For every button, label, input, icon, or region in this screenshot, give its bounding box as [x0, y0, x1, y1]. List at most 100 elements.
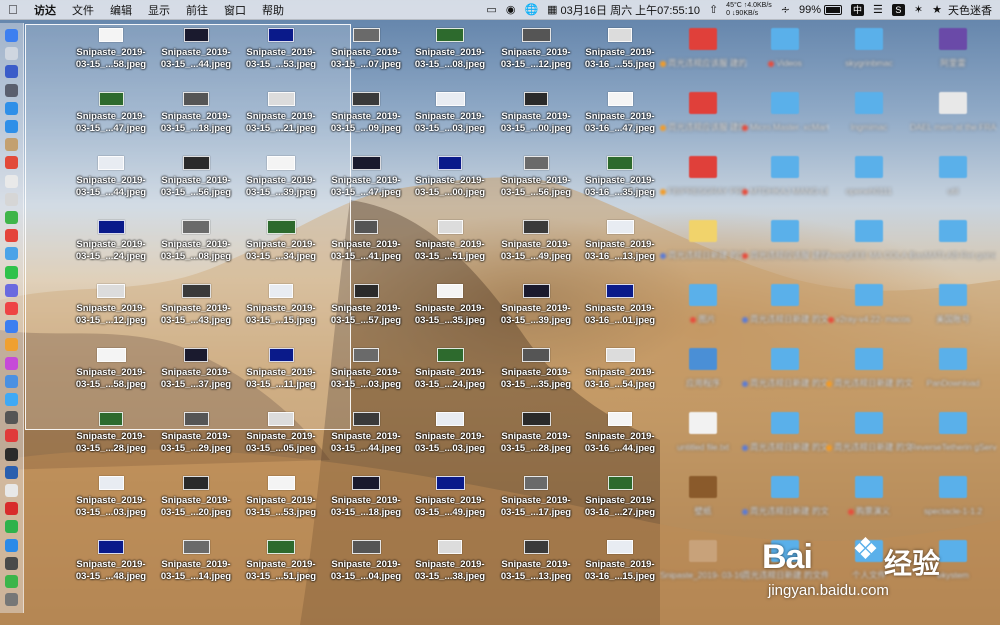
up-arrow-icon[interactable]: ⇧ — [709, 3, 718, 16]
desktop-file-item[interactable]: Snipaste_2019- 03-16_...27.jpeg — [577, 476, 663, 519]
desktop-file-item[interactable]: Snipaste_2019- 03-15_...00.jpeg — [493, 92, 579, 135]
desktop-file-item[interactable]: Snipaste_2019- 03-15_...12.jpeg — [493, 28, 579, 71]
desktop-file-item[interactable]: Snipaste_2019- 03-15_...20.jpeg — [153, 476, 239, 519]
desktop-file-item[interactable]: Snipaste_2019- 03-16_...47.jpeg — [577, 92, 663, 135]
desktop-file-item[interactable]: Snipaste_2019- 03-15_...17.jpeg — [493, 476, 579, 519]
desktop-file-item[interactable]: Snipaste_2019- 03-15_...03.jpeg — [407, 412, 493, 455]
settings-icon[interactable] — [5, 411, 18, 425]
mail-icon[interactable] — [5, 120, 18, 133]
files-icon[interactable] — [5, 320, 18, 334]
user-name[interactable]: 天色迷香 — [948, 2, 992, 18]
desktop-folder-item[interactable]: 应用程序 — [660, 348, 746, 389]
desktop-folder-item[interactable]: untitled file.txt — [660, 412, 746, 453]
desktop-file-item[interactable]: Snipaste_2019- 03-15_...56.jpeg — [153, 156, 239, 199]
finder-icon[interactable] — [5, 29, 18, 42]
desktop-file-item[interactable]: Snipaste_2019- 03-16_...15.jpeg — [577, 540, 663, 583]
books-icon[interactable] — [5, 393, 18, 406]
desktop-file-item[interactable]: Snipaste_2019- 03-15_...24.jpeg — [68, 220, 154, 263]
desktop-file-item[interactable]: Snipaste_2019- 03-15_...24.jpeg — [407, 348, 493, 391]
desktop-folder-item[interactable]: 美国账号 — [910, 284, 996, 325]
desktop-file-item[interactable]: Snipaste_2019- 03-15_...43.jpeg — [153, 284, 239, 327]
vpn-icon[interactable] — [5, 465, 18, 479]
numbers-icon[interactable] — [5, 338, 18, 352]
menu-window[interactable]: 窗口 — [224, 2, 246, 18]
desktop-file-item[interactable]: Snipaste_2019- 03-15_...39.jpeg — [238, 156, 324, 199]
calendar-app-icon[interactable] — [5, 156, 18, 170]
desktop-folder-item[interactable]: 壁纸 — [660, 476, 746, 517]
desktop-file-item[interactable]: Snipaste_2019- 03-15_...28.jpeg — [493, 412, 579, 455]
globe-icon[interactable]: 🌐 — [524, 3, 538, 16]
desktop-file-item[interactable]: Snipaste_2019- 03-15_...57.jpeg — [323, 284, 409, 327]
desktop-folder-item[interactable]: spectacle-1-1.2 — [910, 476, 996, 517]
desktop-file-item[interactable]: Snipaste_2019- 03-15_...49.jpeg — [493, 220, 579, 263]
safari-icon[interactable] — [5, 65, 18, 79]
desktop-file-item[interactable]: Snipaste_2019- 03-15_...11.jpeg — [238, 348, 324, 391]
desktop-file-item[interactable]: Snipaste_2019- 03-15_...53.jpeg — [238, 28, 324, 71]
menu-app-name[interactable]: 访达 — [34, 2, 56, 18]
desktop-file-item[interactable]: Snipaste_2019- 03-16_...44.jpeg — [577, 412, 663, 455]
appstore-icon[interactable] — [5, 101, 18, 115]
desktop-folder-item[interactable]: DAEL mem at the FRANKA — [910, 92, 996, 133]
desktop-file-item[interactable]: Snipaste_2019- 03-15_...09.jpeg — [323, 92, 409, 135]
desktop-folder-item[interactable]: 周光违规日新建 的文件夹 7 — [742, 412, 828, 453]
desktop-file-item[interactable]: Snipaste_2019- 03-15_...37.jpeg — [153, 348, 239, 391]
wifi-icon[interactable]: ∻ — [781, 3, 790, 16]
battery-icon[interactable] — [824, 4, 843, 15]
apple-icon[interactable]:  — [8, 2, 26, 17]
desktop-folder-item[interactable]: 周光违规日新建 的文件夹 3 — [742, 476, 828, 517]
desktop-file-item[interactable]: Snipaste_2019- 03-15_...12.jpeg — [68, 284, 154, 327]
desktop-file-item[interactable]: Snipaste_2019- 03-15_...00.jpeg — [407, 156, 493, 199]
trash-icon[interactable] — [5, 593, 18, 607]
desktop-file-item[interactable]: Snipaste_2019- 03-15_...28.jpeg — [68, 412, 154, 455]
menu-view[interactable]: 显示 — [148, 2, 170, 18]
desktop-file-item[interactable]: Snipaste_2019- 03-15_...04.jpeg — [323, 540, 409, 583]
chrome-icon[interactable] — [5, 229, 18, 243]
desktop-file-item[interactable]: Snipaste_2019- 03-15_...53.jpeg — [238, 476, 324, 519]
desktop-folder-item[interactable]: FBIPRESGRAY PRESSES — [660, 156, 746, 197]
desktop-file-item[interactable]: Snipaste_2019- 03-15_...05.jpeg — [238, 412, 324, 455]
desktop-file-item[interactable]: Snipaste_2019- 03-16_...01.jpeg — [577, 284, 663, 327]
yandex-icon[interactable] — [5, 484, 18, 497]
desktop-file-item[interactable]: Snipaste_2019- 03-16_...55.jpeg — [577, 28, 663, 71]
star-icon[interactable]: ★ — [932, 3, 942, 16]
system-stats[interactable]: 45°C ↑4.0KB/s 0 ↓90KB/s — [726, 2, 772, 18]
menu-file[interactable]: 文件 — [72, 2, 94, 18]
wechat-icon[interactable] — [5, 520, 18, 534]
launchpad-icon[interactable] — [5, 47, 18, 61]
desktop-folder-item[interactable]: Snipaste_2019- 03-16_...08.jpeg — [660, 540, 746, 581]
screen-icon[interactable]: ▭ — [486, 3, 496, 16]
snipaste-icon[interactable]: S — [891, 3, 905, 16]
battery-percent[interactable]: 99% — [799, 4, 821, 16]
desktop-folder-item[interactable]: 周光违规应该服 建的文件夹 8 — [660, 92, 746, 133]
desktop-file-item[interactable]: Snipaste_2019- 03-15_...18.jpeg — [323, 476, 409, 519]
desktop-file-item[interactable]: Snipaste_2019- 03-15_...51.jpeg — [238, 540, 324, 583]
menu-edit[interactable]: 编辑 — [110, 2, 132, 18]
desktop-file-item[interactable]: Snipaste_2019- 03-15_...07.jpeg — [323, 28, 409, 71]
desktop-file-item[interactable]: Snipaste_2019- 03-15_...47.jpeg — [68, 92, 154, 135]
desktop-file-item[interactable]: Snipaste_2019- 03-15_...08.jpeg — [407, 28, 493, 71]
bell-icon[interactable]: ◉ — [506, 3, 516, 16]
wechat-app-icon[interactable] — [5, 265, 18, 279]
desktop-file-item[interactable]: Snipaste_2019- 03-15_...18.jpeg — [153, 92, 239, 135]
desktop-folder-item[interactable]: 购票演义 — [826, 476, 912, 517]
datetime[interactable]: 03月16日 周六 上午07:55:10 — [561, 2, 700, 18]
desktop-folder-item[interactable]: Micro.Master. xcMart_HATTO — [742, 92, 828, 133]
desktop-file-item[interactable]: Snipaste_2019- 03-15_...51.jpeg — [407, 220, 493, 263]
desktop-folder-item[interactable]: AvangEEE MA COLA-LOO — [826, 220, 912, 261]
menu-go[interactable]: 前往 — [186, 2, 208, 18]
desktop-folder-item[interactable]: openeh0111 — [826, 156, 912, 197]
desktop-file-item[interactable]: Snipaste_2019- 03-15_...44.jpeg — [153, 28, 239, 71]
desktop-folder-item[interactable]: v2ray-v4.22- macos — [826, 284, 912, 325]
desktop-folder-item[interactable]: 周光违规应该服 建的文件夹 10 — [742, 220, 828, 261]
desktop-file-item[interactable]: Snipaste_2019- 03-15_...49.jpeg — [407, 476, 493, 519]
desktop-folder-item[interactable]: 周光违规日新建 的文件夹 2 — [660, 220, 746, 261]
weibo-icon[interactable] — [5, 502, 18, 516]
rocket-icon[interactable] — [5, 83, 18, 97]
preview-icon[interactable] — [5, 192, 18, 206]
desktop-file-item[interactable]: Snipaste_2019- 03-15_...41.jpeg — [323, 220, 409, 263]
desktop-file-item[interactable]: Snipaste_2019- 03-15_...15.jpeg — [238, 284, 324, 327]
desktop-folder-item[interactable]: BasMATLAB-Ret gainiat-master — [910, 220, 996, 261]
desktop-file-item[interactable]: Snipaste_2019- 03-15_...44.jpeg — [323, 412, 409, 455]
desktop-file-item[interactable]: Snipaste_2019- 03-15_...47.jpeg — [323, 156, 409, 199]
desktop-file-item[interactable]: Snipaste_2019- 03-15_...44.jpeg — [68, 156, 154, 199]
